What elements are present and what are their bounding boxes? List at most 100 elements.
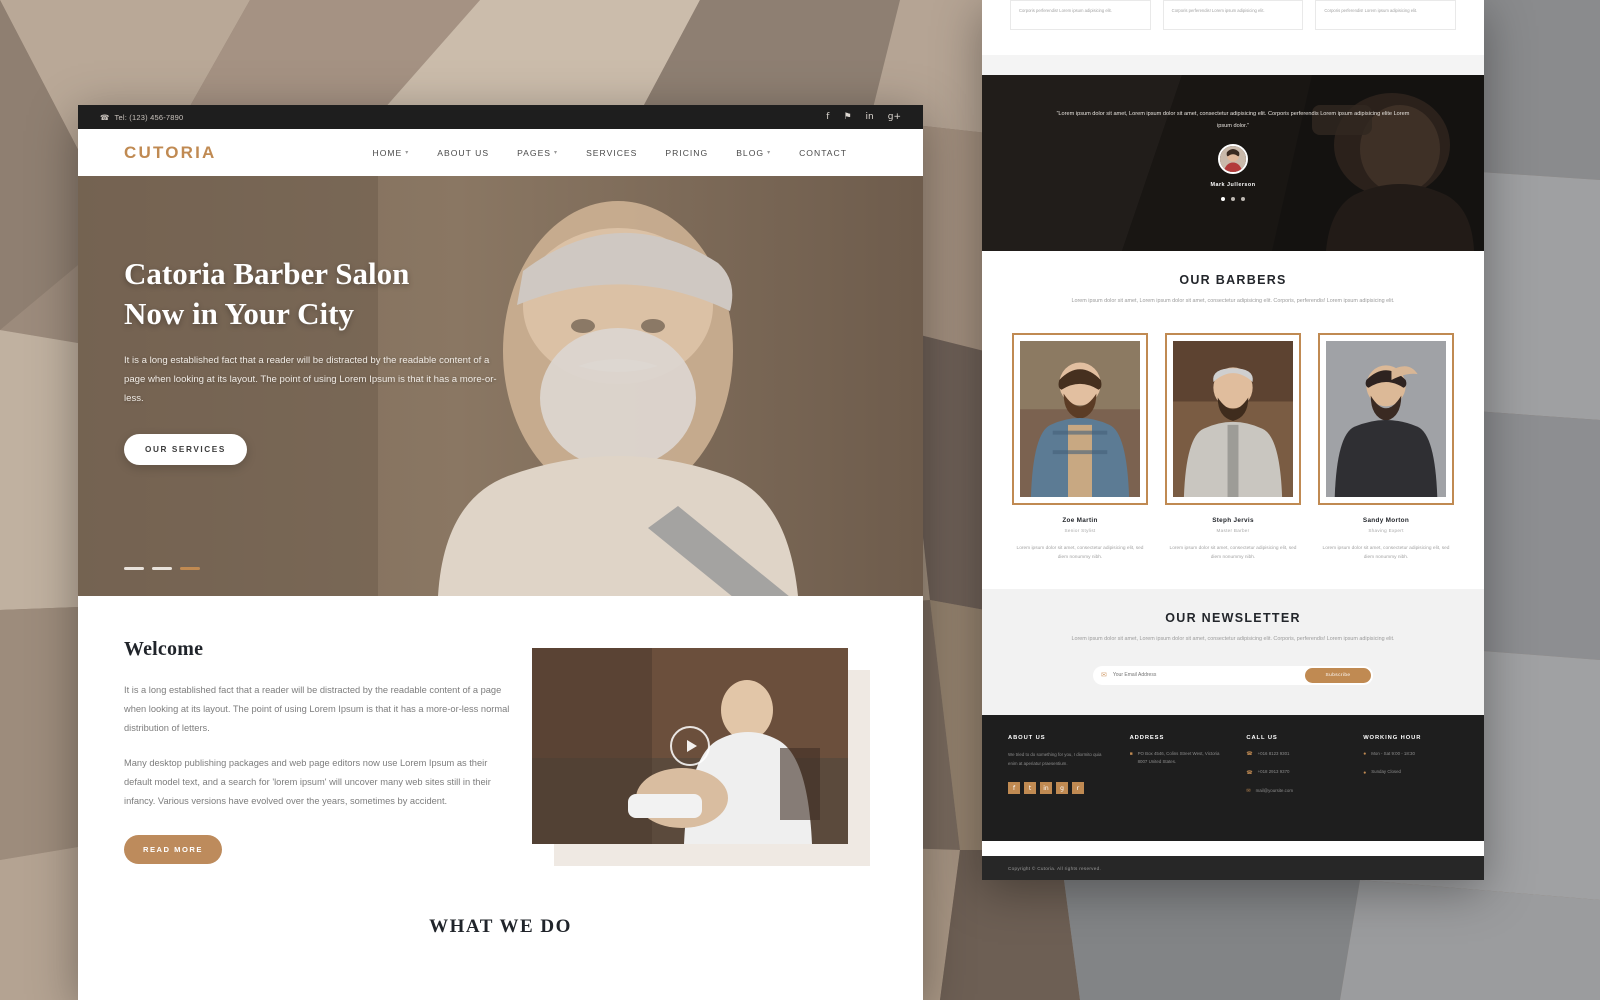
welcome-text-column: Welcome It is a long established fact th…	[124, 638, 516, 865]
rss-icon[interactable]: r	[1072, 782, 1084, 795]
facebook-icon[interactable]: f	[1008, 782, 1020, 795]
footer-about-heading: ABOUT US	[1008, 734, 1046, 741]
chevron-down-icon: ▾	[554, 150, 559, 156]
read-more-button[interactable]: READ MORE	[124, 835, 222, 865]
footer-about-column: ABOUT US We tried to do something for yo…	[1008, 735, 1108, 797]
testimonial-quote: “Lorem ipsum dolor sit amet, Lorem ipsum…	[1056, 111, 1410, 129]
nav-item-about-us[interactable]: ABOUT US	[437, 148, 489, 158]
phone-contact[interactable]: ☎ Tel: (123) 456-7890	[100, 113, 183, 122]
linkedin-icon[interactable]: in	[1040, 782, 1052, 795]
twitter-icon[interactable]: t	[1024, 782, 1036, 795]
barber-card[interactable]: Zoe Martin Senior Stylist Lorem ipsum do…	[1012, 333, 1148, 563]
hero-slider-dots	[124, 567, 200, 570]
google-plus-icon[interactable]: g	[1056, 782, 1068, 795]
nav-label: CONTACT	[799, 147, 847, 158]
hero-title-line-1: Catoria Barber Salon	[124, 256, 410, 291]
section-divider	[982, 55, 1484, 75]
site-logo[interactable]: CUTORIA	[124, 143, 217, 163]
footer-phone-text: +016 8123 9301	[1257, 750, 1290, 756]
barber-card[interactable]: Steph Jervis Master Barber Lorem ipsum d…	[1165, 333, 1301, 563]
left-browser-page: ☎ Tel: (123) 456-7890 f ⚑ in g+ CUTORIA …	[78, 105, 923, 1000]
subscribe-button[interactable]: Subscribe	[1305, 667, 1371, 683]
footer-phone-item[interactable]: ☎ +018 2913 9370	[1246, 768, 1341, 778]
right-browser-page: Corporis perferendis! Lorem ipsum adipis…	[982, 0, 1484, 880]
footer-about-text: We tried to do something for you, I dior…	[1008, 751, 1102, 766]
nav-menu: HOME ▾ ABOUT US PAGES ▾ SERVICES PRICING…	[372, 148, 895, 158]
hero-paragraph: It is a long established fact that a rea…	[124, 355, 497, 404]
testimonial-content: “Lorem ipsum dolor sit amet, Lorem ipsum…	[982, 75, 1484, 202]
nav-item-blog[interactable]: BLOG ▾	[736, 148, 771, 158]
footer-email-item[interactable]: ✉ mail@yoursite.com	[1246, 787, 1341, 797]
testimonial-dot-3[interactable]	[1241, 197, 1245, 202]
barber-photo	[1326, 341, 1446, 498]
barber-name: Zoe Martin	[1062, 517, 1098, 525]
testimonial-section: “Lorem ipsum dolor sit amet, Lorem ipsum…	[982, 75, 1484, 251]
footer-phone-item[interactable]: ☎ +016 8123 9301	[1246, 750, 1341, 760]
nav-item-services[interactable]: SERVICES	[586, 148, 637, 158]
footer-address-text: PO Box 4546, Colins Street West, Victori…	[1137, 750, 1220, 764]
footer-address-heading: ADDRESS	[1129, 734, 1165, 741]
top-info-bar: ☎ Tel: (123) 456-7890 f ⚑ in g+	[78, 105, 923, 129]
what-we-do-heading: WHAT WE DO	[429, 916, 572, 938]
phone-icon: ☎	[1246, 769, 1253, 776]
welcome-section: Welcome It is a long established fact th…	[78, 596, 923, 866]
location-icon: ■	[1129, 751, 1133, 758]
play-icon[interactable]	[670, 726, 710, 766]
mini-card[interactable]: Corporis perferendis! Lorem ipsum adipis…	[1162, 0, 1304, 30]
testimonial-dot-1[interactable]	[1221, 197, 1225, 202]
barber-description: Lorem ipsum dolor sit amet, consectetur …	[1016, 546, 1144, 561]
barber-name: Steph Jervis	[1212, 517, 1254, 525]
footer-hours-item: ● Mon - Sat 9:00 - 18:30	[1363, 750, 1458, 760]
barber-card[interactable]: Sandy Morton Shaving Expert Lorem ipsum …	[1318, 333, 1454, 563]
barbers-grid: Zoe Martin Senior Stylist Lorem ipsum do…	[982, 307, 1484, 563]
nav-label: BLOG	[736, 147, 765, 158]
phone-icon: ☎	[100, 112, 110, 122]
facebook-icon[interactable]: f	[826, 112, 829, 122]
welcome-video[interactable]	[532, 648, 848, 844]
footer-hours-text: Sunday Closed	[1371, 769, 1401, 775]
footer-address-column: ADDRESS ■ PO Box 4546, Colins Street Wes…	[1130, 735, 1225, 797]
barber-photo-frame	[1012, 333, 1148, 506]
barbers-subtitle: Lorem ipsum dolor sit amet, Lorem ipsum …	[1071, 298, 1395, 304]
footer-hours-item: ● Sunday Closed	[1363, 768, 1458, 778]
mini-card[interactable]: Corporis perferendis! Lorem ipsum adipis…	[1315, 0, 1457, 30]
email-field[interactable]	[1106, 672, 1305, 679]
footer-address-item: ■ PO Box 4546, Colins Street West, Victo…	[1130, 750, 1225, 766]
nav-item-contact[interactable]: CONTACT	[799, 148, 847, 158]
chevron-down-icon: ▾	[405, 150, 410, 156]
hero-content: Catoria Barber Salon Now in Your City It…	[78, 176, 508, 466]
topbar-social-links: f ⚑ in g+	[826, 112, 901, 122]
linkedin-icon[interactable]: in	[866, 112, 874, 122]
nav-item-pages[interactable]: PAGES ▾	[517, 148, 558, 158]
copyright-bar: Copyright © Cutoria. All rights reserved…	[982, 856, 1484, 880]
twitter-icon[interactable]: ⚑	[843, 112, 851, 122]
footer-call-column: CALL US ☎ +016 8123 9301 ☎ +018 2913 937…	[1246, 735, 1341, 797]
slider-dot-3[interactable]	[180, 567, 200, 570]
footer-email-text: mail@yoursite.com	[1255, 787, 1293, 793]
our-services-button[interactable]: OUR SERVICES	[124, 434, 247, 466]
newsletter-form: ✉ Subscribe	[1093, 665, 1373, 685]
site-footer: ABOUT US We tried to do something for yo…	[982, 714, 1484, 841]
newsletter-title: OUR NEWSLETTER	[1165, 610, 1301, 625]
slider-dot-2[interactable]	[152, 567, 172, 570]
google-plus-icon[interactable]: g+	[888, 112, 901, 122]
slider-dot-1[interactable]	[124, 567, 144, 570]
footer-social-links: f t in g r	[1008, 782, 1108, 795]
chevron-down-icon: ▾	[767, 150, 772, 156]
footer-hours-text: Mon - Sat 9:00 - 18:30	[1371, 750, 1415, 756]
barber-description: Lorem ipsum dolor sit amet, consectetur …	[1169, 546, 1297, 561]
avatar	[1218, 144, 1248, 175]
footer-columns: ABOUT US We tried to do something for yo…	[1008, 735, 1458, 797]
testimonial-dot-2[interactable]	[1231, 197, 1235, 202]
nav-item-home[interactable]: HOME ▾	[372, 148, 409, 158]
footer-phone-text: +018 2913 9370	[1257, 769, 1290, 775]
nav-label: SERVICES	[586, 147, 638, 158]
welcome-heading: Welcome	[124, 638, 204, 660]
testimonial-author: Mark Jullerson	[1210, 182, 1256, 189]
barber-name: Sandy Morton	[1362, 517, 1410, 525]
welcome-paragraph-2: Many desktop publishing packages and web…	[124, 758, 491, 807]
nav-label: ABOUT US	[437, 147, 490, 158]
mini-card[interactable]: Corporis perferendis! Lorem ipsum adipis…	[1010, 0, 1151, 30]
nav-item-pricing[interactable]: PRICING	[665, 148, 708, 158]
hero-slider: Catoria Barber Salon Now in Your City It…	[78, 176, 923, 596]
